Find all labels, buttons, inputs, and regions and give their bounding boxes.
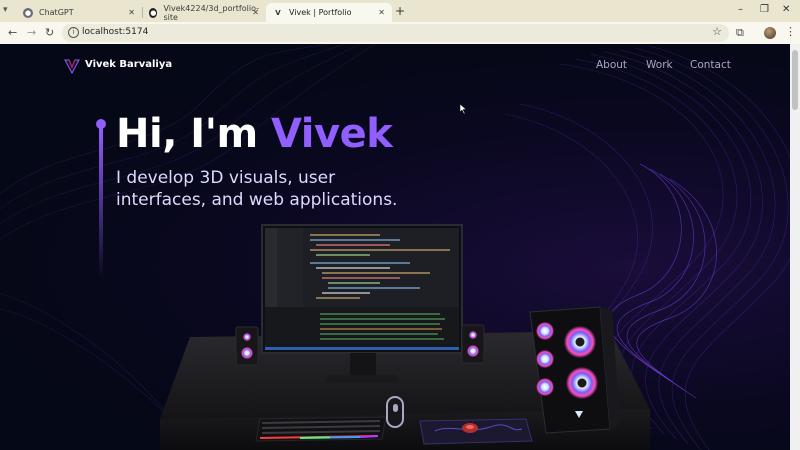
mouse: [462, 423, 478, 433]
site-brand[interactable]: Vivek Barvaliya: [85, 59, 172, 70]
close-tab-icon[interactable]: ✕: [252, 8, 259, 17]
page-viewport: Vivek Barvaliya About Work Contact Hi, I…: [0, 44, 790, 450]
forward-button[interactable]: →: [27, 26, 36, 39]
back-button[interactable]: ←: [8, 26, 17, 39]
hero-accent-line: [99, 128, 103, 278]
tab-title: Vivek | Portfolio: [289, 8, 352, 17]
mousepad: [419, 418, 533, 445]
tab-search-icon[interactable]: ▾: [3, 5, 14, 16]
scroll-down-indicator[interactable]: [386, 396, 404, 428]
browser-menu-icon[interactable]: ⋮: [785, 25, 796, 38]
site-info-icon[interactable]: i: [68, 27, 79, 38]
rgb-keyboard: [255, 416, 387, 442]
right-speaker: [461, 324, 485, 364]
tab-chatgpt[interactable]: ● ChatGPT ✕: [16, 3, 142, 22]
scrollbar-thumb[interactable]: [792, 50, 798, 110]
new-tab-button[interactable]: +: [395, 4, 405, 18]
profile-avatar[interactable]: [764, 27, 776, 39]
tab-title: Vivek4224/3d_portfolio-site: [163, 3, 259, 22]
left-speaker: [235, 326, 259, 366]
page-scrollbar[interactable]: [790, 44, 800, 450]
url-text[interactable]: localhost:5174: [82, 27, 148, 37]
pc-case: [529, 306, 620, 434]
github-icon: ●: [149, 7, 158, 18]
chatgpt-icon: ●: [23, 7, 33, 18]
hero-subtitle: I develop 3D visuals, user interfaces, a…: [116, 168, 398, 210]
close-window-button[interactable]: ✕: [782, 4, 790, 15]
close-tab-icon[interactable]: ✕: [128, 8, 135, 17]
hero-name: Vivek: [271, 111, 393, 157]
nav-contact[interactable]: Contact: [690, 59, 731, 71]
mouse-pointer-icon: [460, 104, 467, 114]
hero-greeting: Hi, I'm: [116, 111, 272, 157]
hero-title: Hi, I'm Vivek: [116, 111, 393, 157]
bookmark-star-icon[interactable]: ☆: [712, 25, 722, 38]
nav-about[interactable]: About: [596, 59, 627, 71]
maximize-button[interactable]: ❐: [760, 4, 769, 15]
reload-button[interactable]: ↻: [45, 26, 54, 39]
tab-portfolio[interactable]: V Vivek | Portfolio ✕: [266, 3, 392, 22]
browser-toolbar: ← → ↻ i localhost:5174 ☆ ⧉ ⋮: [0, 22, 800, 44]
3d-desk-scene[interactable]: [150, 219, 680, 450]
browser-tab-bar: ▾ ● ChatGPT ✕ ● Vivek4224/3d_portfolio-s…: [0, 0, 800, 22]
scroll-indicator-dot: [393, 404, 398, 412]
extensions-icon[interactable]: ⧉: [736, 26, 744, 40]
minimize-button[interactable]: –: [738, 4, 743, 15]
tab-title: ChatGPT: [39, 8, 74, 17]
vite-logo-icon: V: [275, 8, 281, 17]
site-logo-icon[interactable]: [64, 58, 80, 74]
close-tab-icon[interactable]: ✕: [378, 8, 385, 17]
nav-work[interactable]: Work: [646, 59, 673, 71]
address-bar[interactable]: i localhost:5174 ☆: [62, 24, 729, 42]
tab-github[interactable]: ● Vivek4224/3d_portfolio-site ✕: [142, 3, 266, 22]
